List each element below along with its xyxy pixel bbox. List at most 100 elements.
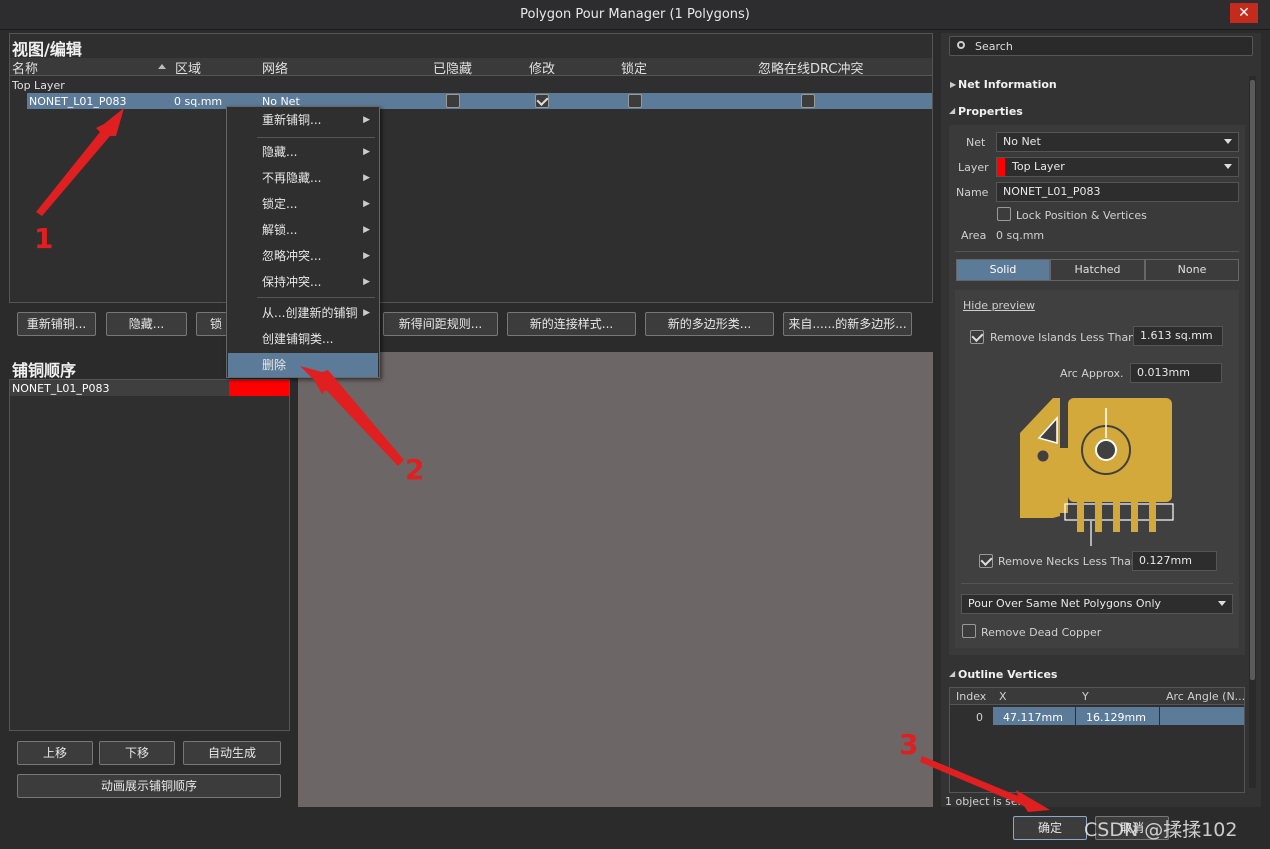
layer-color-swatch bbox=[997, 158, 1005, 176]
move-down-button[interactable]: 下移 bbox=[99, 741, 175, 765]
col-y[interactable]: Y bbox=[1082, 690, 1089, 703]
context-menu: 重新铺铜... ▶ 隐藏... ▶ 不再隐藏... ▶ 锁定... ▶ 解锁... ▶ 忽… bbox=[226, 106, 380, 378]
area-label: Area bbox=[961, 229, 987, 242]
neck-3 bbox=[1113, 502, 1120, 532]
arc-approx-field[interactable]: 0.013mm bbox=[1130, 363, 1222, 383]
properties-header[interactable]: Properties bbox=[958, 105, 1023, 118]
remove-dead-copper-checkbox[interactable] bbox=[962, 624, 976, 638]
annotation-label-3: 3 bbox=[899, 728, 919, 761]
col-ignore-drc[interactable]: 忽略在线DRC冲突 bbox=[758, 58, 863, 77]
fill-mode-label: None bbox=[1177, 263, 1207, 276]
name-field[interactable]: NONET_L01_P083 bbox=[996, 182, 1239, 202]
pour-order-item-name: NONET_L01_P083 bbox=[12, 382, 110, 395]
new-polygon-class-button[interactable]: 新的多边形类... bbox=[645, 312, 774, 336]
remove-islands-field[interactable]: 1.613 sq.mm bbox=[1133, 326, 1223, 346]
menu-item-lock[interactable]: 锁定... ▶ bbox=[228, 192, 378, 216]
lock-vertices-checkbox[interactable] bbox=[997, 207, 1011, 221]
menu-item-label: 从...创建新的铺铜 bbox=[262, 306, 358, 320]
menu-item-label: 隐藏... bbox=[262, 145, 298, 159]
chevron-down-icon: ◢ bbox=[949, 669, 956, 678]
watermark: CSDN @揉揉102 bbox=[1084, 819, 1238, 841]
outline-vertices-header[interactable]: Outline Vertices bbox=[958, 668, 1057, 681]
col-x[interactable]: X bbox=[999, 690, 1007, 703]
chevron-down-icon bbox=[1218, 601, 1226, 606]
menu-item-hide[interactable]: 隐藏... ▶ bbox=[228, 140, 378, 164]
menu-item-label: 保持冲突... bbox=[262, 275, 322, 289]
fill-mode-solid[interactable]: Solid bbox=[956, 259, 1050, 281]
col-lock[interactable]: 锁定 bbox=[621, 58, 647, 77]
menu-item-create-from[interactable]: 从...创建新的铺铜 ▶ bbox=[228, 301, 378, 325]
net-select-value: No Net bbox=[1003, 135, 1041, 148]
fill-mode-hatched[interactable]: Hatched bbox=[1050, 259, 1145, 281]
menu-item-unhide[interactable]: 不再隐藏... ▶ bbox=[228, 166, 378, 190]
pour-over-select[interactable]: Pour Over Same Net Polygons Only bbox=[961, 594, 1233, 614]
table-row[interactable] bbox=[27, 93, 932, 109]
col-arc-angle[interactable]: Arc Angle (N... bbox=[1166, 690, 1245, 703]
fill-mode-none[interactable]: None bbox=[1145, 259, 1239, 281]
menu-item-create-class[interactable]: 创建铺铜类... bbox=[228, 327, 378, 351]
chevron-right-icon: ▶ bbox=[363, 173, 370, 183]
chevron-right-icon: ▶ bbox=[363, 308, 370, 318]
menu-item-unlock[interactable]: 解锁... ▶ bbox=[228, 218, 378, 242]
modify-checkbox[interactable] bbox=[535, 94, 549, 108]
hidden-checkbox[interactable] bbox=[446, 94, 460, 108]
remove-necks-checkbox[interactable] bbox=[979, 554, 993, 568]
animate-pour-order-button[interactable]: 动画展示铺铜顺序 bbox=[17, 774, 281, 798]
menu-item-delete[interactable]: 删除 bbox=[228, 353, 378, 377]
chevron-down-icon bbox=[1224, 164, 1232, 169]
status-text: 1 object is sele... bbox=[945, 795, 1038, 808]
remove-islands-checkbox[interactable] bbox=[970, 330, 984, 344]
col-area[interactable]: 区域 bbox=[175, 58, 201, 77]
net-label: Net bbox=[966, 136, 986, 149]
hide-button[interactable]: 隐藏... bbox=[106, 312, 187, 336]
ignore-drc-checkbox[interactable] bbox=[801, 94, 815, 108]
menu-item-keep-violations[interactable]: 保持冲突... ▶ bbox=[228, 270, 378, 294]
column-divider bbox=[1075, 707, 1076, 725]
neck-1 bbox=[1077, 502, 1084, 532]
search-icon bbox=[957, 41, 965, 49]
repour-button[interactable]: 重新铺铜... bbox=[17, 312, 96, 336]
view-edit-title: 视图/编辑 bbox=[12, 40, 82, 59]
panel-scrollbar-thumb[interactable] bbox=[1250, 80, 1255, 680]
row-area: 0 sq.mm bbox=[174, 95, 223, 108]
col-modify[interactable]: 修改 bbox=[529, 58, 555, 77]
menu-item-repour[interactable]: 重新铺铜... ▶ bbox=[228, 108, 378, 132]
layer-select[interactable]: Top Layer bbox=[996, 157, 1239, 177]
auto-generate-button[interactable]: 自动生成 bbox=[183, 741, 281, 765]
net-select[interactable]: No Net bbox=[996, 132, 1239, 152]
move-up-button[interactable]: 上移 bbox=[17, 741, 93, 765]
net-information-header[interactable]: Net Information bbox=[958, 78, 1057, 91]
pour-preview-illustration bbox=[1020, 398, 1174, 546]
new-connect-style-button[interactable]: 新的连接样式... bbox=[507, 312, 636, 336]
group-label: Top Layer bbox=[12, 79, 65, 92]
window-title: Polygon Pour Manager (1 Polygons) bbox=[520, 7, 750, 22]
sort-icon bbox=[158, 64, 166, 69]
layer-label: Layer bbox=[958, 161, 989, 174]
arc-approx-label: Arc Approx. bbox=[1060, 367, 1124, 380]
divider bbox=[955, 251, 1239, 252]
col-name[interactable]: 名称 bbox=[12, 58, 38, 77]
col-net[interactable]: 网络 bbox=[262, 58, 288, 77]
pour-order-title: 铺铜顺序 bbox=[12, 361, 77, 380]
col-hidden[interactable]: 已隐藏 bbox=[433, 58, 472, 77]
via-pad bbox=[1034, 447, 1052, 465]
new-polygon-from-button[interactable]: 来自......的新多边形... bbox=[783, 312, 912, 336]
close-icon[interactable]: ✕ bbox=[1230, 3, 1258, 23]
col-index[interactable]: Index bbox=[956, 690, 986, 703]
column-divider bbox=[1159, 707, 1160, 725]
remove-necks-field[interactable]: 0.127mm bbox=[1132, 551, 1217, 571]
menu-item-label: 重新铺铜... bbox=[262, 113, 322, 127]
hide-preview-link[interactable]: Hide preview bbox=[963, 299, 1035, 312]
menu-item-ignore-violations[interactable]: 忽略冲突... ▶ bbox=[228, 244, 378, 268]
new-clearance-rule-button[interactable]: 新得间距规则... bbox=[383, 312, 498, 336]
menu-item-label: 不再隐藏... bbox=[262, 171, 322, 185]
menu-separator bbox=[257, 297, 375, 298]
search-placeholder: Search bbox=[975, 40, 1013, 53]
menu-item-label: 删除 bbox=[262, 358, 287, 372]
ok-button[interactable]: 确定 bbox=[1013, 816, 1087, 840]
chevron-right-icon: ▶ bbox=[363, 147, 370, 157]
menu-separator bbox=[257, 137, 375, 138]
lock-checkbox[interactable] bbox=[628, 94, 642, 108]
remove-dead-copper-label: Remove Dead Copper bbox=[981, 626, 1102, 639]
fill-mode-label: Hatched bbox=[1074, 263, 1121, 276]
